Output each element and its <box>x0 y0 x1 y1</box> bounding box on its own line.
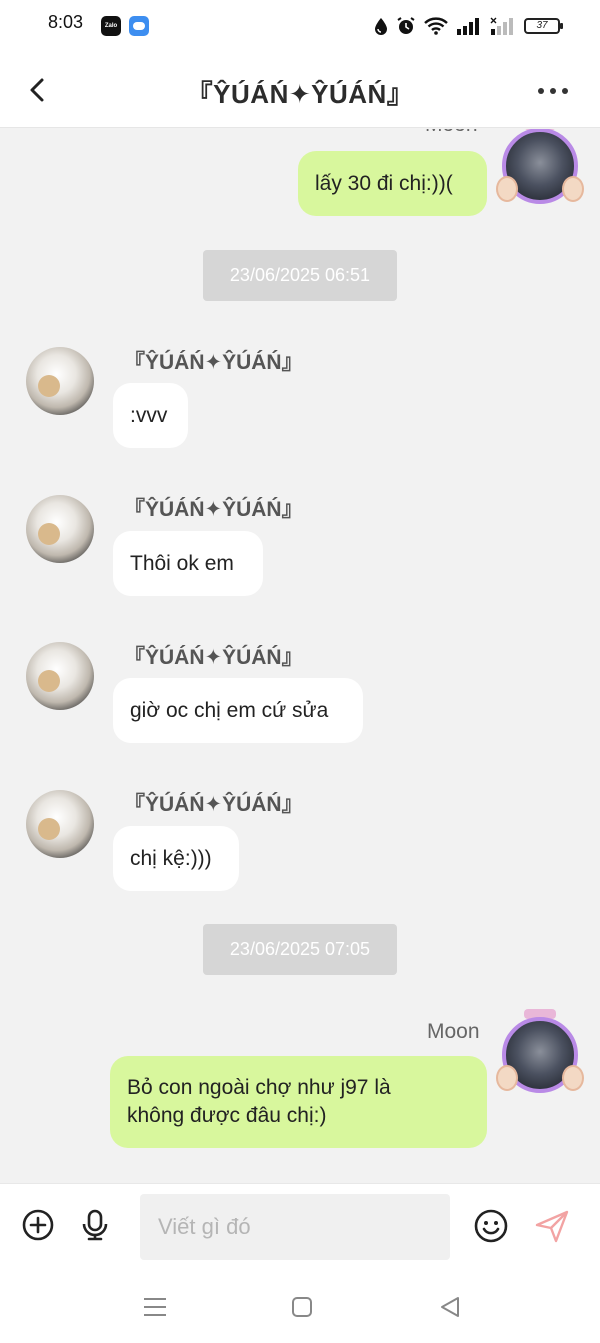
sender-name: 『ŶÚÁŃ✦ŶÚÁŃ』 <box>124 351 303 374</box>
my-avatar[interactable] <box>496 129 584 208</box>
send-button[interactable] <box>534 1208 569 1243</box>
status-bar: 8:03 Zalo 37 <box>0 0 600 52</box>
weather-app-icon <box>129 16 149 36</box>
sender-name: Moon <box>425 129 478 137</box>
microphone-icon <box>82 1209 108 1241</box>
status-time: 8:03 <box>48 12 84 32</box>
sender-name: 『ŶÚÁŃ✦ŶÚÁŃ』 <box>124 646 303 669</box>
signal-weak-icon <box>490 17 513 35</box>
contact-avatar[interactable] <box>26 347 94 415</box>
message-text-line: không được đâu chị:) <box>127 1104 327 1127</box>
message-text: lấy 30 đi chị:))( <box>315 171 453 195</box>
message-text-line: Bỏ con ngoài chợ như j97 là <box>127 1076 391 1099</box>
timestamp-divider: 23/06/2025 06:51 <box>203 250 397 301</box>
chat-title[interactable]: 『ŶÚÁŃ✦ŶÚÁŃ』 <box>120 74 480 111</box>
dot-icon <box>562 88 568 94</box>
message-bubble-outgoing[interactable]: lấy 30 đi chị:))( <box>298 151 487 216</box>
contact-avatar[interactable] <box>26 495 94 563</box>
zalo-app-icon: Zalo <box>101 16 121 36</box>
sender-name: 『ŶÚÁŃ✦ŶÚÁŃ』 <box>124 498 303 521</box>
my-avatar[interactable] <box>496 1009 584 1097</box>
message-list[interactable]: Moon lấy 30 đi chị:))( 23/06/2025 06:51 … <box>0 129 600 1183</box>
message-bubble-outgoing[interactable]: Bỏ con ngoài chợ như j97 là không được đ… <box>110 1056 487 1148</box>
message-input[interactable] <box>140 1194 450 1260</box>
drop-icon <box>375 18 387 35</box>
back-button[interactable] <box>20 72 56 108</box>
recent-apps-button[interactable] <box>141 1293 169 1321</box>
send-icon <box>535 1210 569 1243</box>
voice-button[interactable] <box>78 1208 112 1242</box>
frame-decoration <box>562 176 584 202</box>
more-options-button[interactable] <box>538 84 574 98</box>
composer-bar <box>0 1183 600 1269</box>
sender-name: Moon <box>427 1020 480 1043</box>
dot-icon <box>550 88 556 94</box>
chat-header: 『ŶÚÁŃ✦ŶÚÁŃ』 <box>0 52 600 128</box>
message-text: giờ oc chị em cứ sửa <box>130 698 329 722</box>
home-square-icon <box>292 1297 312 1317</box>
message-bubble-incoming[interactable]: :vvv <box>113 383 188 448</box>
emoji-icon <box>474 1209 508 1243</box>
message-bubble-incoming[interactable]: giờ oc chị em cứ sửa <box>113 678 363 743</box>
message-text: Thôi ok em <box>130 551 234 575</box>
timestamp-divider: 23/06/2025 07:05 <box>203 924 397 975</box>
frame-decoration <box>496 176 518 202</box>
back-triangle-icon <box>441 1297 459 1317</box>
plus-circle-icon <box>22 1209 54 1241</box>
contact-avatar[interactable] <box>26 790 94 858</box>
dot-icon <box>538 88 544 94</box>
message-bubble-incoming[interactable]: chị kệ:))) <box>113 826 239 891</box>
alarm-icon <box>397 17 415 34</box>
frame-decoration <box>562 1065 584 1091</box>
menu-icon <box>144 1298 166 1316</box>
message-bubble-incoming[interactable]: Thôi ok em <box>113 531 263 596</box>
contact-avatar[interactable] <box>26 642 94 710</box>
signal-icon <box>457 18 479 35</box>
status-icons: 37 <box>374 14 563 38</box>
attach-button[interactable] <box>21 1208 55 1242</box>
battery-icon: 37 <box>524 18 563 34</box>
system-nav-bar <box>0 1269 600 1343</box>
chevron-left-icon <box>30 78 44 102</box>
message-text: chị kệ:))) <box>130 846 212 870</box>
message-text: :vvv <box>130 403 168 427</box>
home-button[interactable] <box>288 1293 316 1321</box>
system-back-button[interactable] <box>436 1293 464 1321</box>
wifi-icon <box>424 17 448 35</box>
sender-name: 『ŶÚÁŃ✦ŶÚÁŃ』 <box>124 793 303 816</box>
emoji-button[interactable] <box>473 1208 508 1243</box>
frame-decoration <box>496 1065 518 1091</box>
